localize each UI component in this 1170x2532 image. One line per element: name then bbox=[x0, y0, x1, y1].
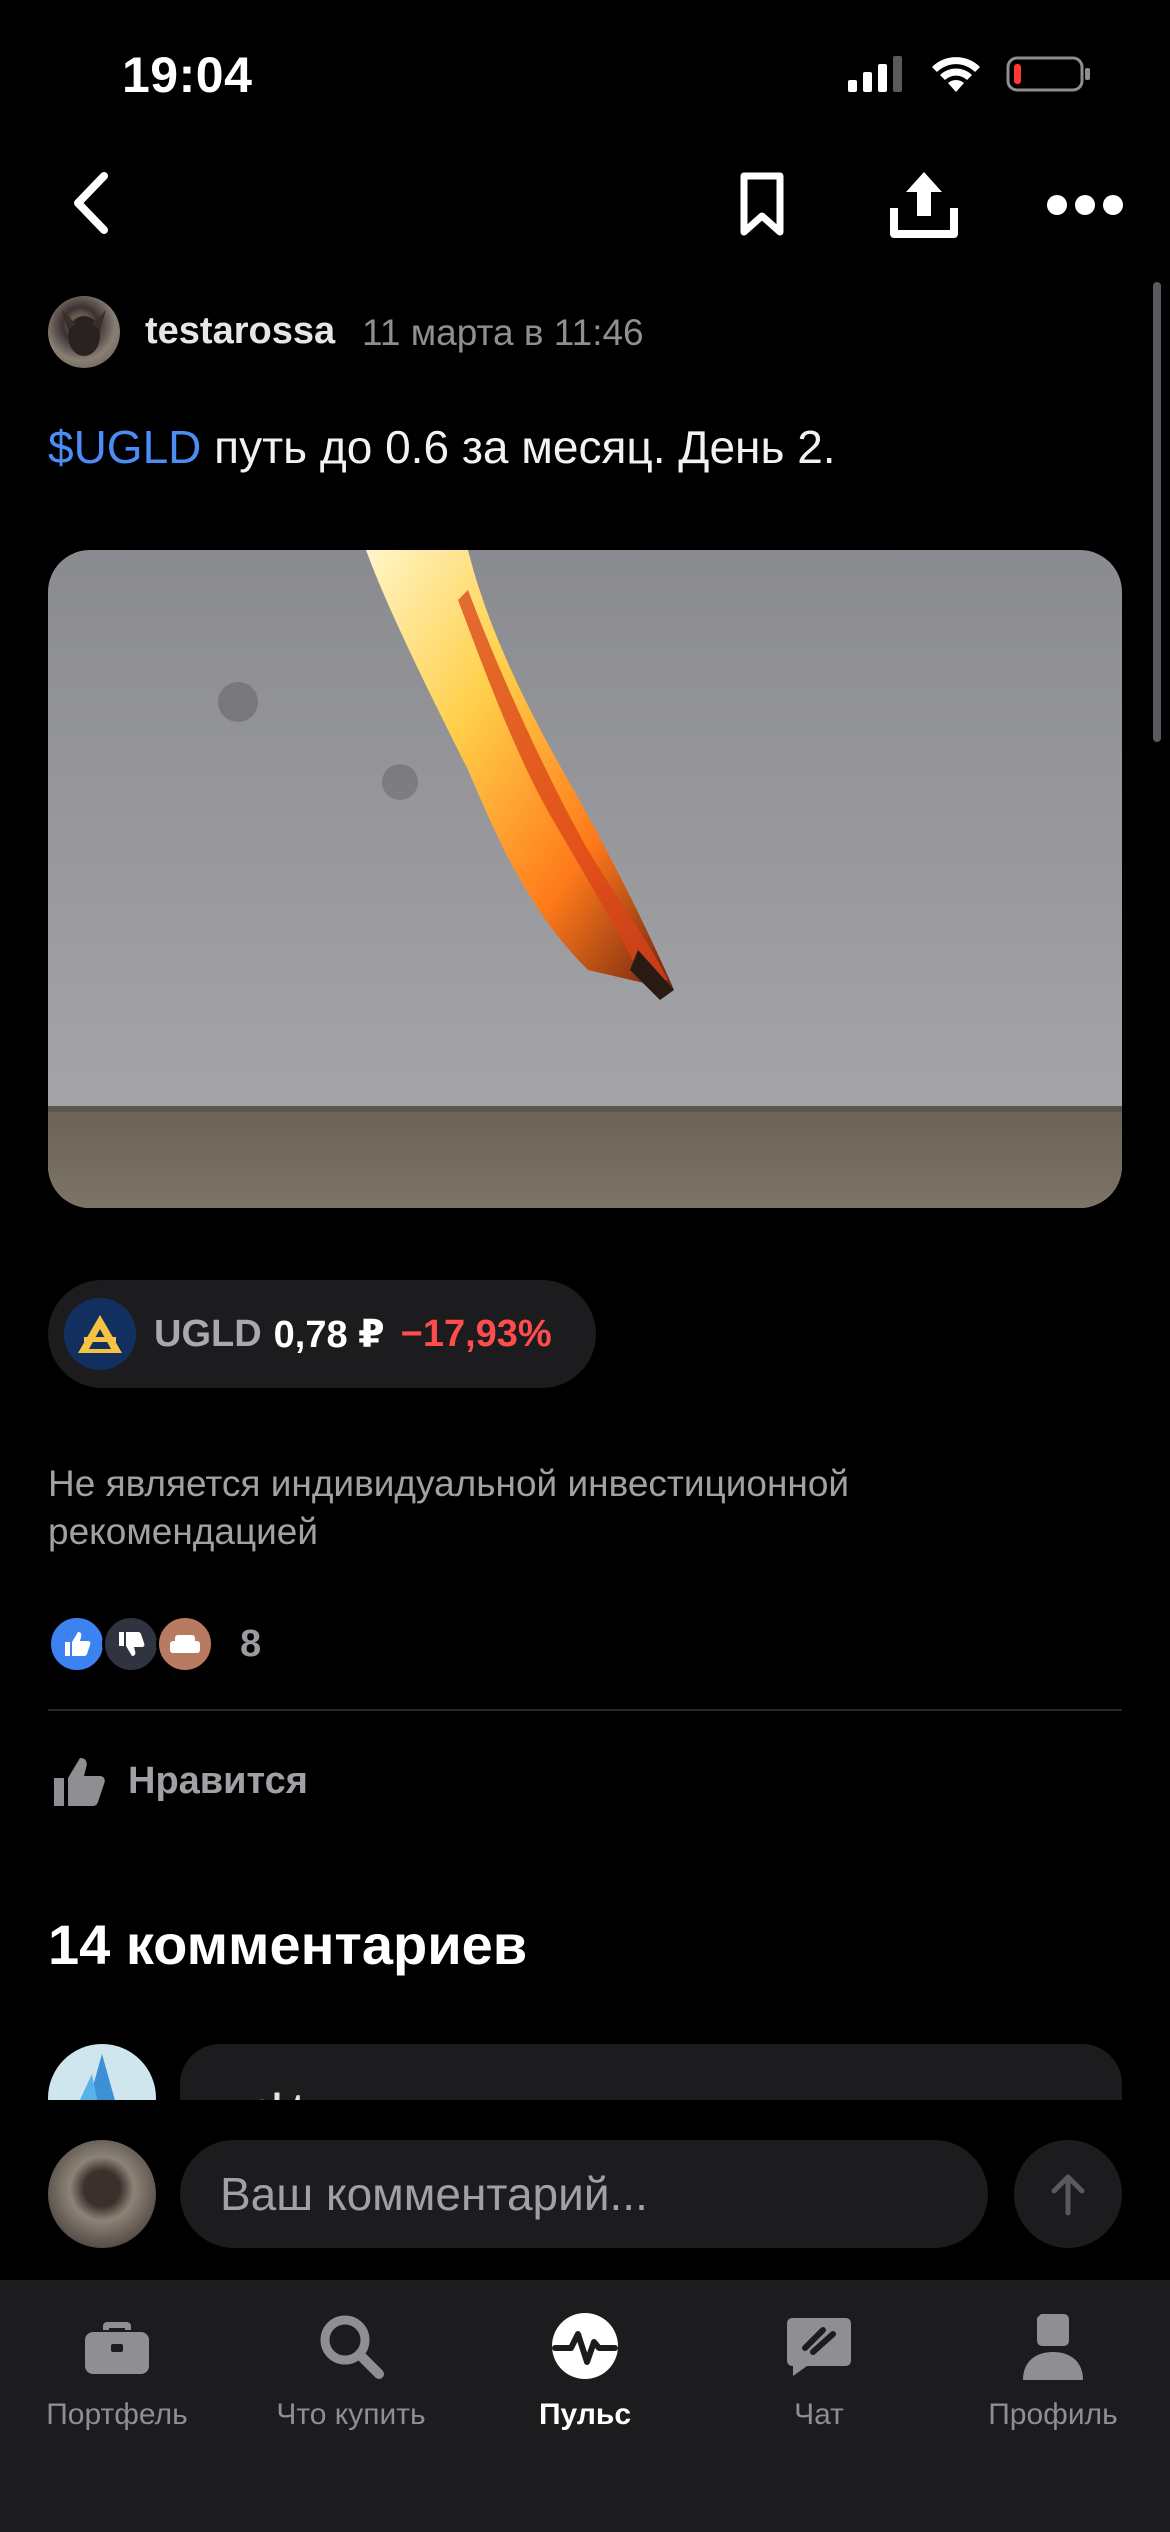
post-body: путь до 0.6 за месяц. День 2. bbox=[201, 421, 836, 473]
comment-item[interactable]: wakt bbox=[0, 2040, 1170, 2100]
ticker-chip[interactable]: UGLD 0,78 ₽ −17,93% bbox=[48, 1280, 596, 1388]
post-author[interactable]: testarossa bbox=[145, 310, 335, 353]
tab-label: Портфель bbox=[46, 2398, 188, 2431]
comments-title: 14 комментариев bbox=[48, 1913, 528, 1976]
thumbs-up-icon bbox=[48, 1615, 106, 1673]
avatar-photo bbox=[62, 310, 106, 356]
nav-bar bbox=[0, 150, 1170, 260]
ugld-logo-icon bbox=[64, 1298, 136, 1370]
more-dots-icon bbox=[1047, 195, 1123, 215]
tab-label: Чат bbox=[794, 2398, 844, 2431]
battery-low-icon bbox=[1006, 56, 1090, 92]
tab-label: Что купить bbox=[276, 2398, 426, 2431]
burning-aircraft-photo bbox=[48, 550, 1122, 1208]
post-text: $UGLD путь до 0.6 за месяц. День 2. bbox=[48, 420, 836, 474]
tab-what-to-buy[interactable]: Что купить bbox=[234, 2280, 468, 2440]
ticker-symbol: UGLD bbox=[154, 1312, 262, 1355]
author-avatar[interactable] bbox=[48, 296, 120, 368]
cellular-signal-icon bbox=[848, 56, 902, 92]
ticker-price: 0,78 ₽ bbox=[273, 1313, 385, 1356]
briefcase-icon bbox=[79, 2308, 155, 2384]
scroll-indicator[interactable] bbox=[1153, 282, 1161, 742]
divider bbox=[48, 1709, 1122, 1711]
status-time: 19:04 bbox=[122, 47, 253, 103]
tab-profile[interactable]: Профиль bbox=[936, 2280, 1170, 2440]
pulse-icon bbox=[547, 2308, 623, 2384]
bookmark-button[interactable] bbox=[730, 170, 794, 240]
search-icon bbox=[313, 2308, 389, 2384]
tab-label: Профиль bbox=[988, 2398, 1118, 2431]
status-icons bbox=[846, 54, 1092, 94]
like-button[interactable]: Нравится bbox=[48, 1746, 308, 1816]
send-button[interactable] bbox=[1014, 2140, 1122, 2248]
bookmark-icon bbox=[740, 172, 784, 236]
share-icon bbox=[890, 172, 958, 238]
share-button[interactable] bbox=[886, 164, 962, 244]
comment-composer bbox=[0, 2100, 1170, 2280]
my-avatar bbox=[48, 2140, 156, 2248]
post-image[interactable] bbox=[48, 550, 1122, 1208]
tab-bar: Портфель Что купить Пульс Чат Профиль bbox=[0, 2280, 1170, 2532]
thumbs-up-icon bbox=[54, 1758, 105, 1806]
tab-label: Пульс bbox=[538, 2398, 632, 2431]
reaction-count: 8 bbox=[240, 1622, 262, 1665]
comment-bubble: wakt bbox=[180, 2044, 1122, 2100]
status-bar: 19:04 bbox=[0, 0, 1170, 150]
chat-icon bbox=[781, 2308, 857, 2384]
commenter-avatar[interactable] bbox=[48, 2044, 156, 2100]
comment-input[interactable] bbox=[180, 2140, 988, 2248]
disclaimer: Не является индивидуальной инвестиционно… bbox=[48, 1463, 850, 1552]
ticker-link[interactable]: $UGLD bbox=[48, 421, 201, 473]
like-button-label: Нравится bbox=[128, 1759, 308, 1802]
tab-chat[interactable]: Чат bbox=[702, 2280, 936, 2440]
reactions-summary[interactable]: 8 bbox=[48, 1614, 261, 1674]
commenter-name[interactable]: wakt bbox=[224, 2086, 304, 2100]
profile-icon bbox=[1015, 2308, 1091, 2384]
tab-portfolio[interactable]: Портфель bbox=[0, 2280, 234, 2440]
thumbs-down-icon bbox=[102, 1615, 160, 1673]
more-button[interactable] bbox=[1045, 185, 1125, 225]
arrow-up-icon bbox=[1051, 2174, 1085, 2216]
post-date: 11 марта в 11:46 bbox=[362, 312, 644, 353]
back-chevron-icon bbox=[74, 172, 108, 234]
sofa-icon bbox=[156, 1615, 214, 1673]
ticker-change: −17,93% bbox=[400, 1312, 552, 1355]
back-button[interactable] bbox=[60, 168, 130, 238]
wifi-icon bbox=[932, 57, 980, 92]
tab-pulse[interactable]: Пульс bbox=[468, 2280, 702, 2440]
